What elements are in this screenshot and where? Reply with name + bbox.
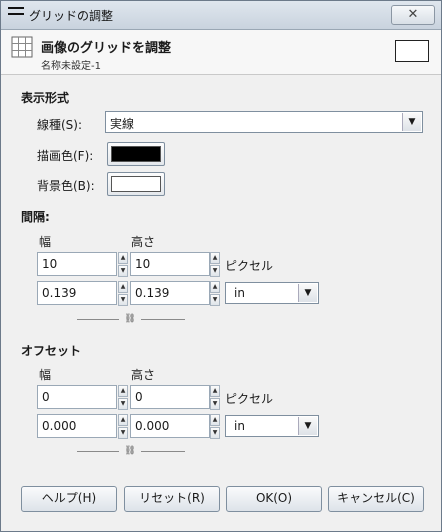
ok-button[interactable]: OK(O)	[226, 486, 322, 512]
grid-icon	[11, 36, 33, 58]
offset-height-px-spinner[interactable]: ▲ ▼	[210, 385, 220, 410]
spacing-height-in-input[interactable]: 0.139	[130, 281, 210, 305]
bg-color-swatch	[111, 176, 161, 192]
spacing-chain-button[interactable]: ⛓	[77, 314, 185, 324]
bg-color-button[interactable]	[107, 172, 165, 196]
image-name: 名称未設定-1	[41, 61, 101, 72]
offset-section-title: オフセット	[21, 344, 82, 358]
fg-color-label: 描画色(F):	[37, 149, 94, 163]
spacing-width-in-input[interactable]: 0.139	[37, 281, 117, 305]
offset-height-in-spinner[interactable]: ▲ ▼	[210, 414, 220, 439]
spacing-height-in-value: 0.139	[135, 286, 170, 300]
spacing-height-px-value: 10	[135, 257, 151, 271]
spacing-width-label: 幅	[39, 235, 52, 249]
spacing-height-in-spinner[interactable]: ▲ ▼	[210, 281, 220, 306]
bg-color-label: 背景色(B):	[37, 179, 95, 193]
dialog-header: 画像のグリッドを調整 名称未設定-1	[1, 30, 441, 75]
chevron-down-icon: ▼	[298, 417, 317, 435]
offset-height-in-input[interactable]: 0.000	[130, 414, 210, 438]
spacing-height-px-input[interactable]: 10	[130, 252, 210, 276]
line-style-value: 実線	[110, 117, 135, 131]
spacing-width-px-value: 10	[42, 257, 58, 271]
spacing-height-px-spinner[interactable]: ▲ ▼	[210, 252, 220, 277]
spacing-height-label: 高さ	[131, 235, 156, 249]
spacing-width-px-spinner[interactable]: ▲ ▼	[118, 252, 128, 277]
spacing-px-unit-label: ピクセル	[225, 259, 274, 273]
help-button[interactable]: ヘルプ(H)	[21, 486, 117, 512]
offset-px-unit-label: ピクセル	[225, 392, 274, 406]
offset-height-px-value: 0	[135, 390, 143, 404]
offset-width-in-spinner[interactable]: ▲ ▼	[118, 414, 128, 439]
spacing-width-in-value: 0.139	[42, 286, 77, 300]
spacing-unit-select[interactable]: in ▼	[225, 282, 319, 304]
offset-unit-select[interactable]: in ▼	[225, 415, 319, 437]
spacing-section-title: 間隔:	[21, 210, 50, 224]
offset-height-label: 高さ	[131, 368, 156, 382]
fg-color-swatch	[111, 146, 161, 162]
offset-width-px-spinner[interactable]: ▲ ▼	[118, 385, 128, 410]
offset-unit-value: in	[234, 419, 245, 433]
cancel-button[interactable]: キャンセル(C)	[328, 486, 424, 512]
offset-width-in-input[interactable]: 0.000	[37, 414, 117, 438]
grid-dialog: グリッドの調整 ✕ 画像のグリッドを調整 名称未設定-1 表示形式 線種(S):…	[0, 0, 442, 532]
image-preview	[395, 40, 429, 62]
title-bar: グリッドの調整 ✕	[1, 1, 441, 30]
spacing-unit-value: in	[234, 286, 245, 300]
offset-width-px-input[interactable]: 0	[37, 385, 117, 409]
offset-width-px-value: 0	[42, 390, 50, 404]
offset-height-px-input[interactable]: 0	[130, 385, 210, 409]
spacing-width-px-input[interactable]: 10	[37, 252, 117, 276]
spacing-width-in-spinner[interactable]: ▲ ▼	[118, 281, 128, 306]
offset-chain-button[interactable]: ⛓	[77, 446, 185, 456]
offset-width-label: 幅	[39, 368, 52, 382]
reset-button[interactable]: リセット(R)	[124, 486, 220, 512]
line-style-label: 線種(S):	[37, 118, 83, 132]
chain-link-icon: ⛓	[124, 446, 136, 456]
display-section-title: 表示形式	[21, 91, 70, 105]
window-title: グリッドの調整	[29, 9, 114, 23]
offset-height-in-value: 0.000	[135, 419, 170, 433]
chain-link-icon: ⛓	[124, 314, 136, 324]
close-button[interactable]: ✕	[391, 5, 435, 25]
offset-width-in-value: 0.000	[42, 419, 77, 433]
line-style-select[interactable]: 実線 ▼	[105, 111, 423, 133]
system-menu-icon[interactable]	[8, 7, 24, 21]
chevron-down-icon: ▼	[298, 284, 317, 302]
chevron-down-icon: ▼	[402, 113, 421, 131]
fg-color-button[interactable]	[107, 142, 165, 166]
dialog-title: 画像のグリッドを調整	[41, 41, 172, 56]
